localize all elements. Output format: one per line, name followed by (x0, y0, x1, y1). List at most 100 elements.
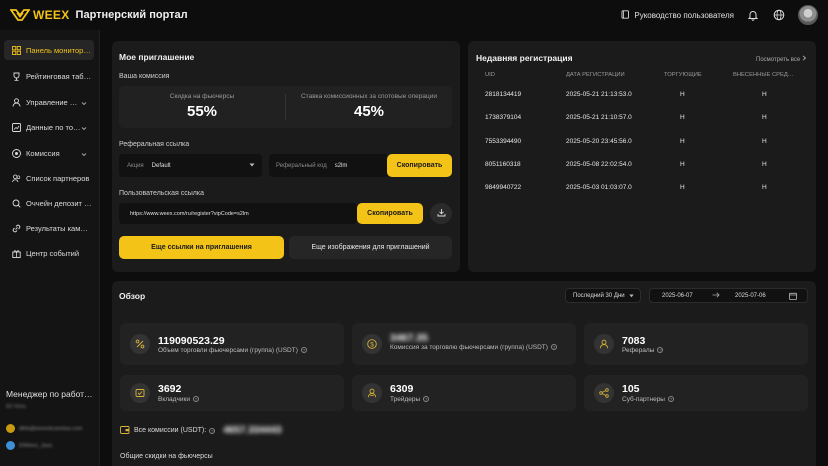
chart-icon (11, 122, 21, 132)
futures-discount: Скидка на фьючерсы 55% (119, 86, 285, 128)
svg-text:$: $ (370, 341, 374, 348)
see-all-link[interactable]: Посмотреть все (756, 55, 807, 63)
stat-label: Вкладчики? (158, 396, 199, 403)
spot-rate-value: 45% (353, 103, 385, 120)
overview-card (112, 281, 816, 466)
user-guide-link[interactable]: Руководство пользователя (621, 9, 734, 21)
stat-traders: 6309 Трейдеры? (352, 375, 576, 411)
sidebar-item-label: Рейтинговая таб… (26, 71, 92, 81)
total-commission-value: 4657.334443 (223, 425, 282, 436)
dashboard-icon (11, 45, 21, 55)
table-cell-trading: Н (680, 160, 685, 168)
sidebar-item-onchain-deposit[interactable]: Оччейн депозит … (4, 193, 94, 213)
stat-futures-volume: 119090523.29 Объем торговли фьючерсами (… (120, 323, 344, 365)
wallet-icon (120, 425, 130, 436)
globe-icon[interactable] (772, 8, 786, 22)
stat-futures-commission: $ 3467.35 Комиссия за торговлю фьючерсам… (352, 323, 576, 365)
column-header-date: ДАТА РЕГИСТРАЦИИ (566, 72, 625, 78)
network-icon (594, 383, 614, 403)
table-cell-deposited: Н (762, 160, 767, 168)
chevron-down-icon (81, 150, 87, 159)
futures-discounts-label: Общие скидки на фьючерсы (120, 453, 213, 460)
manager-name: BD Weta (6, 404, 26, 410)
ref-code-value: s2lm (334, 162, 348, 169)
total-commission-label: Все комиссии (USDT): (134, 427, 207, 434)
more-images-button[interactable]: Еще изображения для приглашений (289, 236, 452, 259)
arrow-right-icon (712, 292, 720, 300)
sidebar-item-trading-data[interactable]: Данные по то… (4, 117, 94, 137)
manager-title: Менеджер по работ… (6, 389, 93, 399)
help-icon: ? (300, 347, 307, 354)
user-icon (11, 97, 21, 107)
table-cell-date: 2025-05-08 22:02:54.0 (566, 160, 632, 168)
stat-label: Трейдеры? (390, 396, 430, 403)
date-to: 2025-07-06 (735, 292, 766, 299)
deposit-icon (130, 383, 150, 403)
column-header-deposited: ВНЕСЕННЫЕ СРЕД… (733, 72, 794, 78)
stat-label: Суб-партнеры? (622, 396, 674, 403)
traders-icon (362, 383, 382, 403)
manager-telegram[interactable]: ElWeex_Jaxs (6, 441, 52, 450)
sidebar-item-management[interactable]: Управление … (4, 92, 94, 112)
sidebar: Панель монитор… Рейтинговая таб… Управле… (0, 30, 100, 466)
stat-label: Рефералы? (622, 347, 664, 354)
period-select[interactable]: Последний 30 Дни (565, 288, 641, 303)
see-all-label: Посмотреть все (756, 57, 801, 63)
help-icon[interactable]: ? (209, 427, 216, 434)
stat-referrals: 7083 Рефералы? (584, 323, 808, 365)
sidebar-item-leaderboard[interactable]: Рейтинговая таб… (4, 66, 94, 86)
avatar[interactable] (798, 5, 818, 25)
futures-discount-value: 55% (186, 103, 218, 120)
futures-discount-label: Скидка на фьючерсы (169, 93, 235, 100)
stat-label: Объем торговли фьючерсами (группа) (USDT… (158, 347, 307, 354)
bell-icon[interactable] (746, 8, 760, 22)
date-range-picker[interactable]: 2025-06-07 2025-07-06 (649, 288, 808, 303)
table-cell-trading: Н (680, 137, 685, 145)
spot-commission: Ставка комиссионных за спотовые операции… (286, 86, 452, 128)
weex-logo[interactable]: WEEX (10, 8, 70, 22)
column-header-trading: ТОРГУЮЩИЕ (664, 72, 702, 78)
promo-value: Default (151, 162, 171, 169)
commission-label: Ваша комиссия (119, 73, 170, 80)
period-label: Последний 30 Дни (573, 292, 625, 299)
dollar-icon: $ (362, 334, 382, 354)
date-from: 2025-06-07 (662, 292, 693, 299)
coin-icon (11, 148, 21, 158)
caret-down-icon (249, 163, 255, 169)
sidebar-item-label: Центр событий (26, 248, 80, 258)
sidebar-item-commission[interactable]: Комиссия (4, 143, 94, 163)
promo-select[interactable]: Акция Default (119, 154, 262, 177)
download-button[interactable] (430, 203, 452, 224)
calendar-icon (789, 292, 797, 302)
users-icon (11, 173, 21, 183)
ref-code-field[interactable]: Реферальный код s2lm (269, 154, 389, 177)
table-cell-deposited: Н (762, 137, 767, 145)
sidebar-item-label: Результаты кам… (26, 223, 88, 233)
sidebar-item-dashboard[interactable]: Панель монитор… (4, 40, 94, 60)
table-cell-trading: Н (680, 91, 685, 98)
logo-text: WEEX (33, 8, 70, 22)
sidebar-item-label: Данные по то… (26, 122, 81, 132)
manager-email[interactable]: dbfa@weexdcanetsa.com (6, 424, 82, 433)
promo-label: Акция (127, 162, 144, 169)
sidebar-item-event-center[interactable]: Центр событий (4, 243, 94, 263)
table-cell-deposited: Н (762, 114, 767, 122)
help-icon: ? (657, 347, 664, 354)
table-cell-date: 2025-05-21 21:10:57.0 (566, 114, 632, 122)
copy-custom-link-button[interactable]: Скопировать (357, 203, 423, 224)
sidebar-item-campaign-results[interactable]: Результаты кам… (4, 218, 94, 238)
chevron-down-icon (81, 124, 87, 133)
custom-link-label: Пользовательская ссылка (119, 190, 204, 197)
weex-logo-icon (10, 9, 30, 21)
sidebar-item-partners[interactable]: Список партнеров (4, 168, 94, 188)
help-icon: ? (423, 396, 430, 403)
copy-ref-code-button[interactable]: Скопировать (387, 154, 452, 177)
email-icon (6, 424, 15, 433)
table-cell-uid: 1738379104 (485, 114, 522, 122)
custom-link-field[interactable]: https://www.weex.com/ru/register?vipCode… (119, 203, 357, 224)
more-links-button[interactable]: Еще ссылки на приглашения (119, 236, 284, 259)
percent-icon (130, 334, 150, 354)
overview-title: Обзор (119, 291, 146, 301)
caret-down-icon (629, 294, 634, 300)
user-icon (594, 334, 614, 354)
